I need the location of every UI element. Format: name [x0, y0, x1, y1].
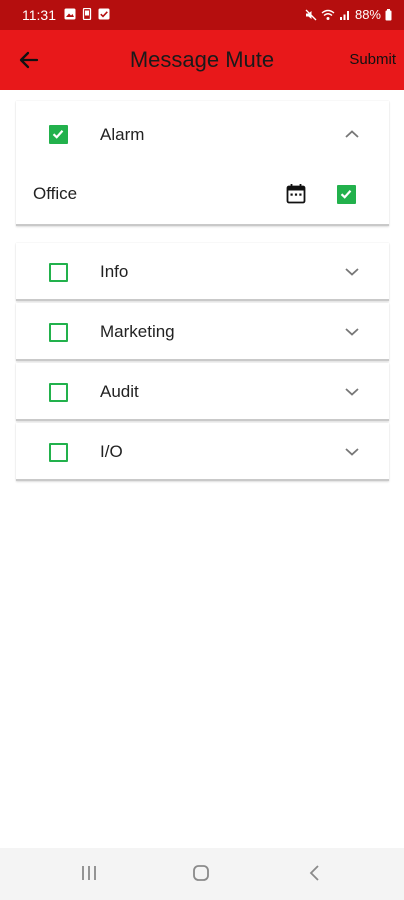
battery-percent: 88% [354, 7, 381, 22]
chevron-down-icon[interactable] [343, 266, 361, 278]
category-card-info[interactable]: Info [16, 243, 389, 301]
system-status: 88% [305, 7, 392, 22]
category-label: Alarm [100, 125, 145, 144]
category-label: Info [100, 262, 129, 281]
app-bar: Message Mute Submit [0, 30, 404, 90]
chevron-down-icon[interactable] [343, 446, 361, 458]
subcategory-label: Office [33, 184, 78, 203]
status-bar: 11:31 88% [0, 0, 404, 30]
gallery-icon [64, 8, 76, 20]
category-checkbox-audit[interactable] [49, 383, 68, 402]
category-checkbox-alarm[interactable] [49, 125, 68, 144]
category-label: I/O [100, 442, 123, 461]
category-checkbox-marketing[interactable] [49, 323, 68, 342]
check-notification-icon [98, 8, 110, 20]
category-label: Audit [100, 382, 139, 401]
calendar-icon[interactable] [286, 183, 306, 205]
chevron-up-icon[interactable] [343, 128, 361, 140]
category-card-io[interactable]: I/O [16, 423, 389, 481]
signal-icon [339, 10, 349, 20]
category-list: Alarm Office Info Marketing Audit I/O [16, 101, 389, 483]
back-nav-icon[interactable] [306, 864, 324, 882]
home-icon[interactable] [192, 864, 210, 882]
category-checkbox-io[interactable] [49, 443, 68, 462]
mute-icon [305, 9, 317, 20]
recents-icon[interactable] [80, 864, 98, 882]
chevron-down-icon[interactable] [343, 386, 361, 398]
category-card-audit[interactable]: Audit [16, 363, 389, 421]
subcategory-checkbox-office[interactable] [337, 185, 356, 204]
wifi-icon [321, 9, 335, 20]
category-card-marketing[interactable]: Marketing [16, 303, 389, 361]
system-nav-bar [0, 848, 404, 900]
chevron-down-icon[interactable] [343, 326, 361, 338]
submit-button[interactable]: Submit [349, 51, 396, 68]
phone-icon [82, 8, 92, 20]
checkmark-icon [340, 190, 352, 199]
page-title: Message Mute [129, 47, 275, 72]
status-time: 11:31 [22, 7, 56, 23]
category-card-alarm: Alarm Office [16, 101, 389, 226]
battery-icon [385, 8, 392, 20]
notification-icons [64, 8, 110, 20]
category-checkbox-info[interactable] [49, 263, 68, 282]
category-label: Marketing [100, 322, 175, 341]
checkmark-icon [52, 130, 64, 139]
